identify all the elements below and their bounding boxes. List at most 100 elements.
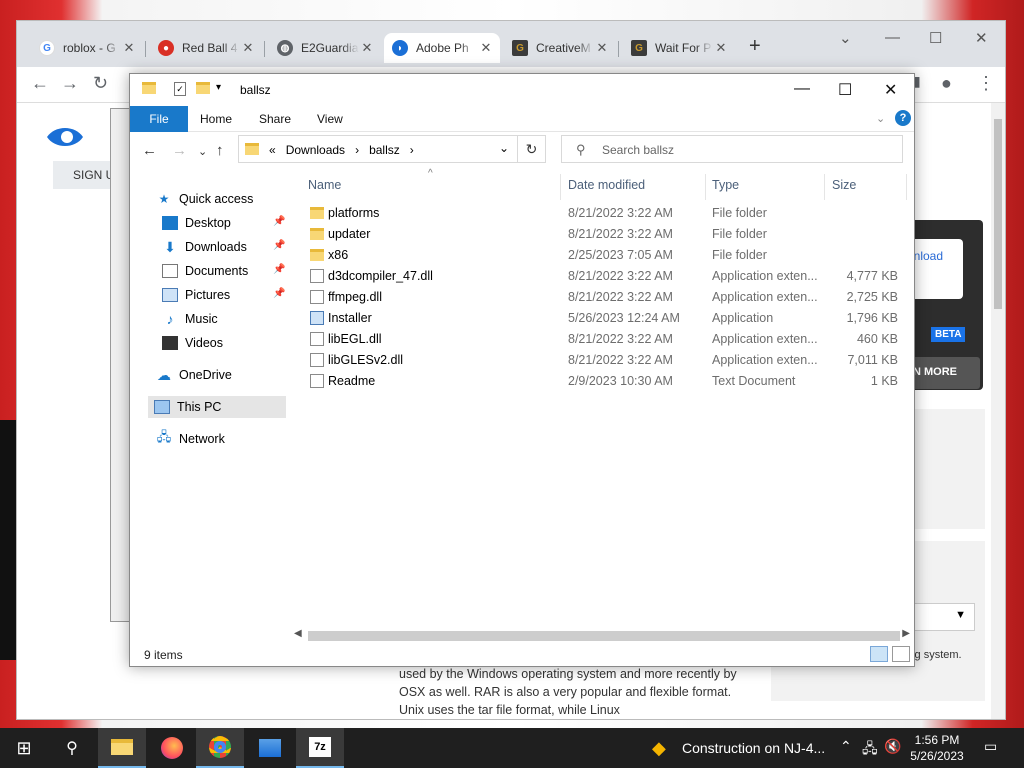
taskbar-file-explorer[interactable]	[98, 728, 146, 768]
large-icons-view-icon[interactable]	[892, 646, 910, 662]
file-row[interactable]: x86 2/25/2023 7:05 AM File folder	[306, 245, 906, 266]
nav-quick-access[interactable]: ★ Quick access	[156, 188, 254, 210]
file-name: libGLESv2.dll	[328, 353, 404, 367]
help-icon[interactable]: ?	[895, 110, 911, 126]
traffic-warning-icon[interactable]: ◆	[652, 738, 666, 759]
ribbon-tab-file[interactable]: File	[130, 106, 188, 132]
nav-this-pc[interactable]: This PC	[148, 396, 286, 418]
ribbon-tab-home[interactable]: Home	[200, 106, 232, 132]
chrome-tab-adobe[interactable]: ◗ Adobe Ph ✕	[384, 33, 500, 63]
file-size: 4,777 KB	[846, 269, 898, 283]
new-folder-icon[interactable]	[196, 82, 210, 94]
pin-icon[interactable]: 📌	[273, 216, 285, 227]
maximize-icon[interactable]: ☐	[838, 80, 852, 100]
notification-center-icon[interactable]: ▭	[984, 738, 997, 755]
column-size[interactable]: Size	[832, 178, 856, 192]
file-row[interactable]: ffmpeg.dll 8/21/2022 3:22 AM Application e…	[306, 287, 906, 308]
search-icon: ⚲	[576, 142, 586, 157]
breadcrumb-separator[interactable]: ›	[410, 143, 414, 162]
search-button[interactable]: ⚲	[48, 728, 96, 768]
up-icon[interactable]: ↑	[216, 142, 224, 159]
scrollbar-thumb[interactable]	[994, 119, 1002, 309]
search-box[interactable]: ⚲ Search ballsz	[561, 135, 903, 163]
breadcrumb-separator[interactable]: ›	[355, 143, 359, 162]
nav-downloads[interactable]: ⬇ Downloads	[162, 236, 247, 258]
tray-overflow-icon[interactable]: ⌃	[840, 738, 852, 755]
nav-pictures[interactable]: Pictures	[162, 284, 230, 306]
breadcrumb-downloads[interactable]: Downloads	[286, 143, 345, 162]
scroll-left-icon[interactable]: ◀	[294, 628, 302, 639]
scroll-right-icon[interactable]: ▶	[902, 628, 910, 639]
file-row[interactable]: libEGL.dll 8/21/2022 3:22 AM Application e…	[306, 329, 906, 350]
ribbon-tab-view[interactable]: View	[317, 106, 343, 132]
close-tab-icon[interactable]: ✕	[713, 40, 729, 56]
horizontal-scrollbar[interactable]: ◀ ▶	[292, 628, 912, 642]
close-tab-icon[interactable]: ✕	[121, 40, 137, 56]
pin-icon[interactable]: 📌	[273, 288, 285, 299]
file-row[interactable]: updater 8/21/2022 3:22 AM File folder	[306, 224, 906, 245]
taskbar-firefox[interactable]	[148, 728, 196, 768]
chrome-tab-roblox[interactable]: G roblox - G ✕	[31, 33, 143, 63]
chrome-tab-waitfor[interactable]: G Wait For P ✕	[623, 33, 735, 63]
minimize-icon[interactable]: —	[885, 29, 900, 46]
ribbon-tab-share[interactable]: Share	[259, 106, 291, 132]
pin-icon[interactable]: 📌	[273, 240, 285, 251]
address-overflow[interactable]: «	[269, 143, 276, 162]
back-icon[interactable]: ←	[142, 142, 157, 159]
pin-icon[interactable]: 📌	[273, 264, 285, 275]
breadcrumb-ballsz[interactable]: ballsz	[369, 143, 400, 162]
nav-documents[interactable]: Documents	[162, 260, 248, 282]
taskbar-chrome[interactable]	[196, 728, 244, 768]
page-scrollbar[interactable]	[991, 103, 1005, 719]
file-row[interactable]: Readme 2/9/2023 10:30 AM Text Document 1 KB	[306, 371, 906, 392]
details-view-icon[interactable]	[870, 646, 888, 662]
chrome-tab-redball[interactable]: ● Red Ball 4 ✕	[150, 33, 262, 63]
properties-icon[interactable]: ✓	[174, 82, 186, 96]
taskbar-photos[interactable]	[246, 728, 294, 768]
close-tab-icon[interactable]: ✕	[359, 40, 375, 56]
ribbon-expand-icon[interactable]: ⌄	[876, 112, 885, 125]
address-bar[interactable]: « Downloads › ballsz › ⌄	[238, 135, 518, 163]
file-row[interactable]: libGLESv2.dll 8/21/2022 3:22 AM Applicatio…	[306, 350, 906, 371]
profile-icon[interactable]: ●	[941, 73, 952, 94]
column-date[interactable]: Date modified	[568, 178, 645, 192]
file-row[interactable]: d3dcompiler_47.dll 8/21/2022 3:22 AM Appli…	[306, 266, 906, 287]
taskbar-7zip[interactable]: 7z	[296, 728, 344, 768]
new-tab-button[interactable]: +	[749, 35, 761, 58]
file-row[interactable]: Installer 5/26/2023 12:24 AM Application 1,…	[306, 308, 906, 329]
clock[interactable]: 1:56 PM 5/26/2023	[902, 732, 972, 764]
tab-search-icon[interactable]: ⌄	[839, 29, 852, 47]
quick-access-dropdown-icon[interactable]: ▾	[216, 82, 221, 93]
network-tray-icon[interactable]: 🖧	[862, 738, 878, 762]
maximize-icon[interactable]: ☐	[929, 29, 942, 47]
reload-icon[interactable]: ↻	[93, 73, 108, 94]
forward-icon[interactable]: →	[172, 142, 187, 159]
back-icon[interactable]: ←	[31, 73, 49, 94]
nav-desktop[interactable]: Desktop	[162, 212, 231, 234]
column-type[interactable]: Type	[712, 178, 739, 192]
close-icon[interactable]: ✕	[884, 80, 897, 100]
chrome-tab-creativem[interactable]: G CreativeM ✕	[504, 33, 616, 63]
column-name[interactable]: Name	[308, 178, 341, 192]
file-row[interactable]: platforms 8/21/2022 3:22 AM File folder	[306, 203, 906, 224]
start-button[interactable]: ⊞	[0, 728, 48, 768]
close-tab-icon[interactable]: ✕	[478, 40, 494, 56]
address-dropdown-icon[interactable]: ⌄	[499, 141, 509, 155]
nav-music[interactable]: ♪ Music	[162, 308, 218, 330]
volume-tray-icon[interactable]: 🔇	[884, 738, 901, 755]
chrome-tab-e2guardian[interactable]: ◍ E2Guardia ✕	[269, 33, 381, 63]
nav-onedrive[interactable]: ☁ OneDrive	[156, 364, 232, 386]
recent-locations-icon[interactable]: ⌄	[198, 145, 207, 158]
nav-videos[interactable]: Videos	[162, 332, 223, 354]
scrollbar-thumb[interactable]	[308, 631, 900, 641]
minimize-icon[interactable]: —	[794, 80, 810, 98]
nav-network[interactable]: 🖧 Network	[156, 428, 225, 450]
menu-icon[interactable]: ⋮	[977, 73, 995, 94]
close-tab-icon[interactable]: ✕	[240, 40, 256, 56]
close-icon[interactable]: ✕	[975, 29, 988, 47]
close-tab-icon[interactable]: ✕	[594, 40, 610, 56]
news-notification[interactable]: Construction on NJ-4...	[682, 740, 825, 756]
refresh-button[interactable]: ↻	[518, 135, 546, 163]
forward-icon[interactable]: →	[61, 73, 79, 94]
folder-icon	[310, 207, 324, 219]
